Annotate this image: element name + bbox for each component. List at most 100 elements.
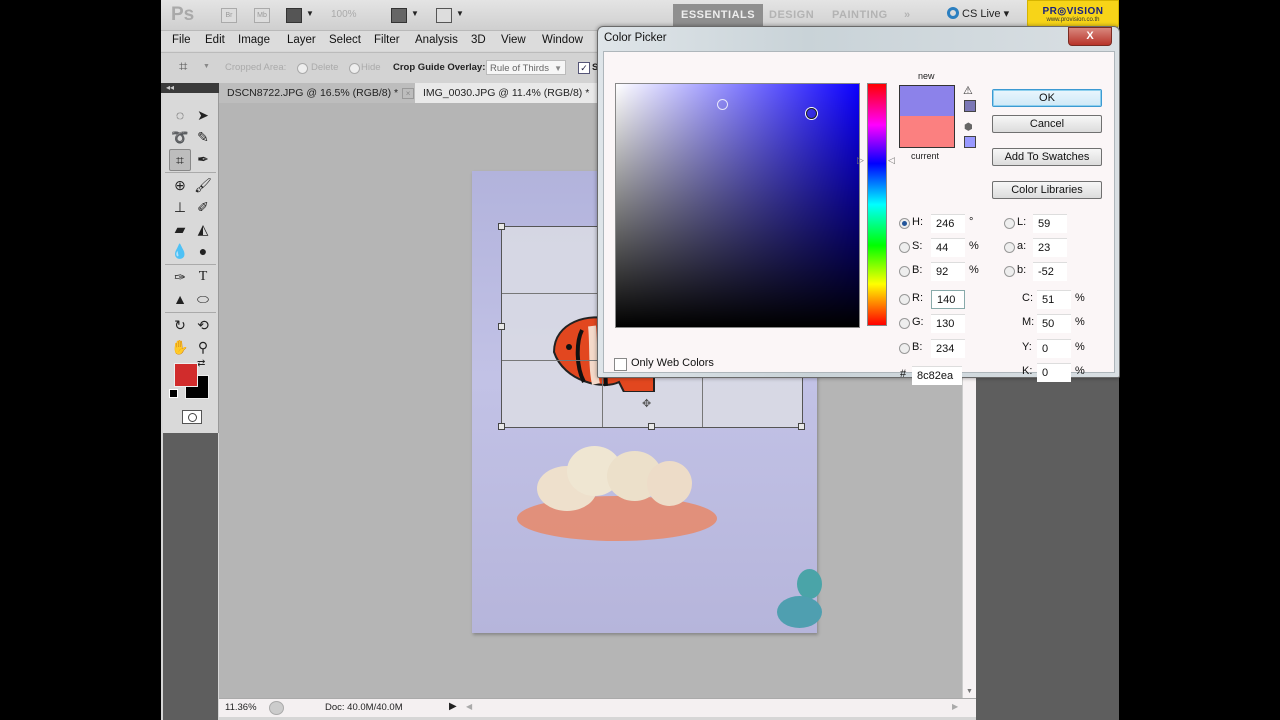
status-info-icon[interactable] xyxy=(269,701,284,715)
crop-handle-left[interactable] xyxy=(498,323,505,330)
lab-b-input[interactable]: -52 xyxy=(1033,262,1067,281)
chevron-down-icon[interactable]: ▼ xyxy=(456,9,464,18)
menu-window[interactable]: Window xyxy=(542,34,583,46)
menu-edit[interactable]: Edit xyxy=(205,34,225,46)
yellow-input[interactable]: 0 xyxy=(1037,339,1071,358)
magenta-input[interactable]: 50 xyxy=(1037,314,1071,333)
crop-handle-bottom-left[interactable] xyxy=(498,423,505,430)
hue-slider[interactable] xyxy=(867,83,887,326)
blue-input[interactable]: 234 xyxy=(931,339,965,358)
menu-analysis[interactable]: Analysis xyxy=(415,34,458,46)
more-workspaces-button[interactable]: » xyxy=(896,4,919,26)
lab-a-input[interactable]: 23 xyxy=(1033,238,1067,257)
current-color-swatch[interactable] xyxy=(899,116,955,148)
shield-checkbox[interactable]: ✓ xyxy=(578,62,590,74)
green-input[interactable]: 130 xyxy=(931,314,965,333)
workspace-design[interactable]: DESIGN xyxy=(761,4,822,26)
gamut-color-swatch[interactable] xyxy=(964,100,976,112)
chevron-down-icon[interactable]: ▼ xyxy=(411,9,419,18)
default-colors-icon[interactable] xyxy=(169,389,178,398)
paint-bucket-tool-icon[interactable]: ◭ xyxy=(193,219,213,239)
blue-radio[interactable] xyxy=(899,343,910,354)
only-web-colors-checkbox[interactable] xyxy=(614,358,627,371)
hex-input[interactable]: 8c82ea xyxy=(912,366,962,385)
scroll-down-icon[interactable]: ▼ xyxy=(966,688,973,695)
brightness-radio[interactable] xyxy=(899,266,910,277)
swap-colors-icon[interactable]: ⇄ xyxy=(197,358,205,369)
hue-radio[interactable] xyxy=(899,218,910,229)
zoom-readout[interactable]: 11.36% xyxy=(225,702,257,713)
color-field[interactable] xyxy=(615,83,860,328)
close-button[interactable]: X xyxy=(1068,27,1112,46)
web-safe-color-swatch[interactable] xyxy=(964,136,976,148)
zoom-tool-icon[interactable]: ⚲ xyxy=(193,337,213,357)
hide-radio[interactable] xyxy=(349,63,360,74)
tab-dscn8722[interactable]: DSCN8722.JPG @ 16.5% (RGB/8) * × xyxy=(219,83,423,103)
lab-l-radio[interactable] xyxy=(1004,218,1015,229)
close-icon[interactable]: × xyxy=(402,88,415,99)
path-selection-tool-icon[interactable]: ▲ xyxy=(170,289,190,309)
scroll-left-icon[interactable]: ◀ xyxy=(466,702,472,711)
black-input[interactable]: 0 xyxy=(1037,363,1071,382)
cancel-button[interactable]: Cancel xyxy=(992,115,1102,133)
menu-image[interactable]: Image xyxy=(238,34,270,46)
new-color-marker[interactable] xyxy=(806,108,817,119)
dodge-tool-icon[interactable]: ● xyxy=(193,241,213,261)
menu-select[interactable]: Select xyxy=(329,34,361,46)
scroll-right-icon[interactable]: ▶ xyxy=(952,702,958,711)
blur-tool-icon[interactable]: 💧 xyxy=(170,241,190,261)
arrange-documents-icon[interactable] xyxy=(391,8,407,23)
3d-rotate-tool-icon[interactable]: ↻ xyxy=(170,315,190,335)
3d-orbit-tool-icon[interactable]: ⟲ xyxy=(193,315,213,335)
saturation-input[interactable]: 44 xyxy=(931,238,965,257)
menu-filter[interactable]: Filter xyxy=(374,34,400,46)
menu-file[interactable]: File xyxy=(172,34,191,46)
crop-tool-icon[interactable]: ⌗ xyxy=(169,149,191,171)
tools-panel-header[interactable]: ◂◂ xyxy=(161,83,219,93)
move-tool-icon[interactable]: ➤ xyxy=(193,105,213,125)
cyan-input[interactable]: 51 xyxy=(1037,290,1071,309)
out-of-gamut-warning-icon[interactable]: ⚠ xyxy=(963,84,973,97)
type-tool-icon[interactable]: T xyxy=(193,267,213,287)
status-menu-arrow-icon[interactable]: ▶ xyxy=(449,701,457,712)
screen-mode-icon[interactable] xyxy=(436,8,452,23)
ok-button[interactable]: OK xyxy=(992,89,1102,107)
color-libraries-button[interactable]: Color Libraries xyxy=(992,181,1102,199)
crop-tool-preset-icon[interactable]: ⌗ xyxy=(179,58,187,75)
crop-handle-bottom[interactable] xyxy=(648,423,655,430)
spot-healing-tool-icon[interactable]: ⊕ xyxy=(170,175,190,195)
mini-bridge-icon[interactable]: Mb xyxy=(254,8,270,23)
hue-slider-right-arrow[interactable]: ◁ xyxy=(888,155,895,166)
hand-tool-icon[interactable]: ✋ xyxy=(170,337,190,357)
view-extras-icon[interactable] xyxy=(286,8,302,23)
history-brush-tool-icon[interactable]: ✐ xyxy=(193,197,213,217)
eraser-tool-icon[interactable]: ▰ xyxy=(170,219,190,239)
add-to-swatches-button[interactable]: Add To Swatches xyxy=(992,148,1102,166)
quick-selection-tool-icon[interactable]: ✎ xyxy=(193,127,213,147)
crop-handle-bottom-right[interactable] xyxy=(798,423,805,430)
menu-layer[interactable]: Layer xyxy=(287,34,316,46)
ellipse-tool-icon[interactable]: ⬭ xyxy=(193,289,213,309)
brush-tool-icon[interactable]: 🖌 xyxy=(193,175,213,195)
lab-b-radio[interactable] xyxy=(1004,266,1015,277)
crop-handle-top-left[interactable] xyxy=(498,223,505,230)
workspace-painting[interactable]: PAINTING xyxy=(824,4,896,26)
red-input[interactable]: 140 xyxy=(931,290,965,309)
foreground-color-swatch[interactable] xyxy=(174,363,198,387)
eyedropper-tool-icon[interactable]: ✒ xyxy=(193,149,213,169)
zoom-level-select[interactable]: 100% xyxy=(331,9,357,20)
green-radio[interactable] xyxy=(899,318,910,329)
cs-live-button[interactable]: CS Live ▾ xyxy=(947,7,1009,20)
delete-radio[interactable] xyxy=(297,63,308,74)
menu-3d[interactable]: 3D xyxy=(471,34,486,46)
quick-mask-icon[interactable] xyxy=(182,410,202,424)
brightness-input[interactable]: 92 xyxy=(931,262,965,281)
clone-stamp-tool-icon[interactable]: ⊥ xyxy=(170,197,190,217)
lasso-tool-icon[interactable]: ➰ xyxy=(170,127,190,147)
marquee-tool-icon[interactable]: ◌ xyxy=(170,105,190,125)
hue-input[interactable]: 246 xyxy=(931,214,965,233)
web-safe-warning-icon[interactable]: ⬢ xyxy=(964,122,973,133)
lab-l-input[interactable]: 59 xyxy=(1033,214,1067,233)
saturation-radio[interactable] xyxy=(899,242,910,253)
crop-guide-overlay-select[interactable]: Rule of Thirds ▼ xyxy=(486,60,566,75)
